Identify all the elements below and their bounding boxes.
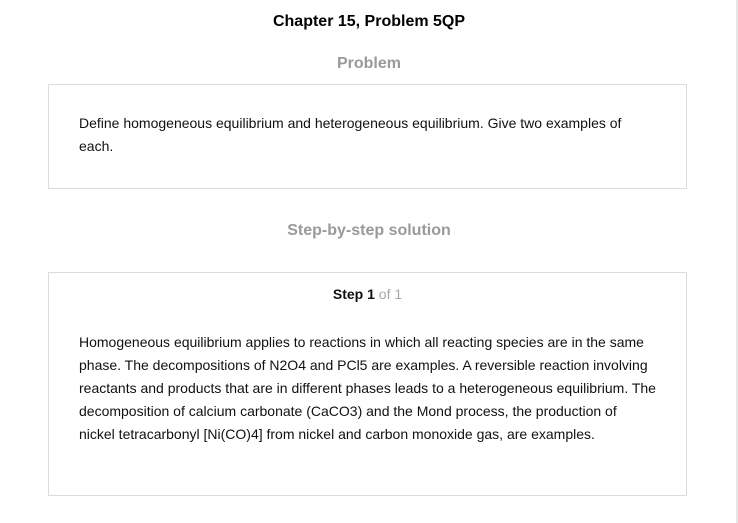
step-total: of 1 [378,286,403,302]
solution-card: Step 1 of 1 Homogeneous equilibrium appl… [48,272,687,496]
problem-card: Define homogeneous equilibrium and heter… [48,84,687,189]
solution-text: Homogeneous equilibrium applies to react… [79,334,656,442]
problem-text: Define homogeneous equilibrium and heter… [79,115,622,154]
step-word: Step [332,286,364,302]
solution-heading: Step-by-step solution [287,222,451,239]
step-number: 1 [367,286,375,302]
page-title: Chapter 15, Problem 5QP [272,13,466,30]
problem-heading: Problem [336,55,401,72]
step-indicator: Step 1 of 1 [49,286,686,302]
